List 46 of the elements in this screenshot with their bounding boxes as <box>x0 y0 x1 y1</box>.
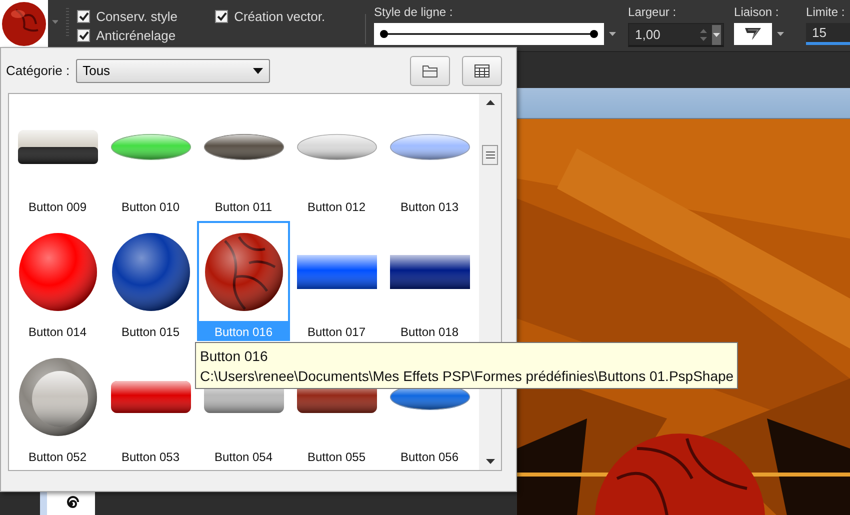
category-dropdown[interactable]: Tous <box>76 58 270 82</box>
caret-icon <box>713 32 720 36</box>
join-label: Liaison : <box>734 5 780 19</box>
width-label: Largeur : <box>628 5 678 19</box>
shape-preset[interactable]: Button 014 <box>11 221 104 346</box>
width-field[interactable]: 1,00 <box>628 23 724 47</box>
sphere-icon <box>2 2 46 46</box>
grid-icon <box>474 64 490 78</box>
checkbox[interactable]: Création vector. <box>215 9 366 24</box>
scroll-down-icon[interactable] <box>486 459 495 464</box>
caret-icon[interactable] <box>777 32 784 36</box>
scroll-thumb[interactable] <box>482 145 498 165</box>
shape-preset[interactable]: Button 013 <box>383 96 476 221</box>
shape-preset[interactable]: Button 009 <box>11 96 104 221</box>
tooltip-path: C:\Users\renee\Documents\Mes Effets PSP\Formes prédéfinies\Buttons 01.PspShape <box>200 367 734 386</box>
shape-preset[interactable]: Button 018 <box>383 221 476 346</box>
shape-preset[interactable]: Button 012 <box>290 96 383 221</box>
caret-icon[interactable] <box>52 20 58 24</box>
limit-label: Limite : <box>806 5 846 19</box>
shape-preset[interactable]: Button 052 <box>11 346 104 470</box>
limit-field[interactable]: 15 <box>806 23 850 45</box>
line-style-field[interactable] <box>374 23 604 45</box>
join-icon <box>744 27 762 41</box>
checkbox[interactable]: Conserv. style <box>77 9 216 24</box>
dropdown-button[interactable] <box>712 24 722 44</box>
grid-view-button[interactable] <box>462 56 502 86</box>
line-style-label: Style de ligne : <box>374 5 454 19</box>
shape-preset[interactable]: Button 053 <box>104 346 197 470</box>
tooltip-title: Button 016 <box>200 347 269 366</box>
checkbox-box[interactable] <box>215 10 228 23</box>
open-folder-button[interactable] <box>410 56 450 86</box>
shape-preset[interactable]: Button 017 <box>290 221 383 346</box>
checkbox[interactable]: Anticrénelage <box>77 28 216 43</box>
preset-thumbnail[interactable] <box>0 0 48 47</box>
category-label: Catégorie : <box>6 63 70 78</box>
checkbox-box[interactable] <box>77 29 90 42</box>
scroll-up-icon[interactable] <box>486 100 495 105</box>
folder-icon <box>422 64 438 78</box>
shape-preset[interactable]: Button 015 <box>104 221 197 346</box>
shape-preset[interactable]: Button 011 <box>197 96 290 221</box>
caret-icon[interactable] <box>609 32 616 36</box>
checkbox-box[interactable] <box>77 10 90 23</box>
caret-icon <box>252 68 263 74</box>
shape-preset[interactable]: Button 010 <box>104 96 197 221</box>
join-field[interactable] <box>734 23 772 45</box>
line-style-icon <box>379 29 600 39</box>
